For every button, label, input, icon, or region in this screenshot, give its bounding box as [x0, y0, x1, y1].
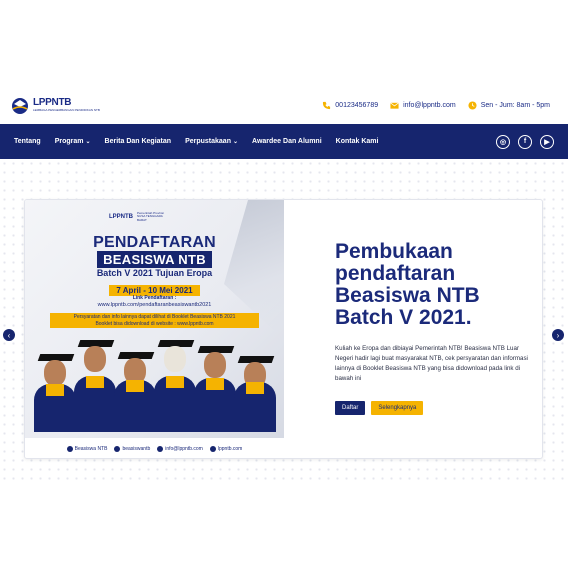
nav-item-tentang[interactable]: Tentang [14, 138, 41, 145]
poster-gov-logo: Pemerintah Provinsi NUSA TENGGARA BARAT [137, 211, 164, 222]
poster-link: www.lppntb.com/pendaftaranbeasiswantb202… [97, 302, 212, 308]
poster-subtitle: BEASISWA NTB [97, 251, 212, 268]
nav-label: Perpustakaan [185, 138, 231, 145]
slide-buttons: Daftar Selengkapnya [335, 401, 424, 415]
graduate-figure [113, 340, 157, 432]
poster-footer-item: beasiswantb [114, 446, 150, 452]
contact-phone[interactable]: 00123456789 [322, 101, 378, 110]
slide-description: Kuliah ke Eropa dan dibiayai Pemerintah … [335, 345, 528, 382]
logo-name: LPPNTB [33, 97, 72, 108]
instagram-icon[interactable]: ◎ [496, 134, 510, 149]
contact-email-text: info@lppntb.com [403, 101, 456, 109]
graduates-illustration [33, 332, 277, 432]
facebook-icon[interactable]: f [518, 134, 532, 149]
contact-phone-text: 00123456789 [335, 101, 379, 109]
mail-icon [390, 102, 399, 109]
poster-footer-text: info@lppntb.com [165, 446, 203, 452]
phone-icon [323, 101, 331, 109]
clock-icon [468, 100, 477, 110]
chevron-down-icon: ⌄ [85, 139, 91, 145]
poster-note-line: Booklet bisa didownload di website : www… [95, 320, 214, 327]
site-logo[interactable]: LPPNTB LEMBAGA PENGEMBANGAN PENDIDIKAN N… [10, 95, 100, 115]
poster-logo: LPPNTB [109, 213, 133, 220]
poster-footer-text: beasiswantb [122, 446, 151, 452]
contact-email[interactable]: info@lppntb.com [390, 101, 456, 110]
youtube-icon[interactable]: ▶ [540, 134, 554, 149]
hero-slide: LPPNTB Pemerintah Provinsi NUSA TENGGARA… [24, 199, 543, 459]
poster-note: Persyaratan dan info lainnya dapat dilih… [50, 313, 259, 328]
graduate-figure [193, 336, 237, 432]
slider-prev-arrow-icon[interactable]: ‹ [3, 329, 15, 341]
scholarship-poster[interactable]: LPPNTB Pemerintah Provinsi NUSA TENGGARA… [25, 200, 284, 458]
selengkapnya-button[interactable]: Selengkapnya [371, 401, 424, 415]
nav-item-berita[interactable]: Berita Dan Kegiatan [105, 138, 172, 145]
poster-footer-text: Beasiswa NTB [74, 446, 108, 452]
contact-hours-text: Sen - Jum: 8am - 5pm [480, 101, 550, 109]
nav-label: Kontak Kami [335, 138, 379, 145]
graduate-figure [73, 332, 117, 432]
daftar-button[interactable]: Daftar [335, 401, 366, 415]
logo-mark-icon [12, 98, 28, 114]
nav-item-kontak[interactable]: Kontak Kami [336, 138, 379, 145]
poster-link-label: Link Pendaftaran : [132, 295, 177, 301]
mail-icon [157, 446, 164, 452]
poster-footer-text: lppntb.com [217, 446, 243, 452]
graduate-figure [233, 342, 277, 432]
facebook-icon [66, 446, 73, 452]
poster-logos: LPPNTB Pemerintah Provinsi NUSA TENGGARA… [109, 211, 165, 222]
contact-hours: Sen - Jum: 8am - 5pm [468, 100, 550, 110]
nav-label: Berita Dan Kegiatan [104, 138, 172, 145]
poster-note-line: Persyaratan dan info lainnya dapat dilih… [73, 314, 236, 320]
instagram-icon [114, 446, 121, 452]
nav-item-perpustakaan[interactable]: Perpustakaan ⌄ [185, 138, 238, 145]
poster-footer-item: Beasiswa NTB [66, 446, 108, 452]
poster-footer: Beasiswa NTB beasiswantb info@lppntb.com… [25, 438, 284, 458]
nav-label: Tentang [14, 138, 41, 145]
slide-content: Pembukaan pendaftaran Beasiswa NTB Batch… [311, 200, 533, 458]
chevron-down-icon: ⌄ [232, 139, 239, 145]
globe-icon [209, 446, 216, 452]
poster-batch: Batch V 2021 Tujuan Eropa [96, 268, 213, 278]
poster-title: PENDAFTARAN [93, 234, 216, 251]
social-links: ◎ f ▶ [496, 134, 554, 149]
poster-footer-item: info@lppntb.com [157, 446, 203, 452]
poster-footer-item: lppntb.com [209, 446, 243, 452]
nav-item-program[interactable]: Program ⌄ [55, 138, 91, 145]
contact-info: 00123456789 info@lppntb.com Sen - Jum: 8… [322, 100, 558, 110]
nav-item-awardee[interactable]: Awardee Dan Alumni [252, 138, 322, 145]
nav-label: Program [54, 138, 84, 145]
slider-next-arrow-icon[interactable]: › [552, 329, 564, 341]
logo-tagline: LEMBAGA PENGEMBANGAN PENDIDIKAN NTB [33, 108, 100, 112]
graduate-figure [153, 332, 197, 432]
slide-title: Pembukaan pendaftaran Beasiswa NTB Batch… [335, 240, 480, 330]
graduate-figure [33, 340, 77, 432]
nav-label: Awardee Dan Alumni [252, 138, 322, 145]
main-nav: Tentang Program ⌄ Berita Dan Kegiatan Per… [0, 124, 568, 159]
top-bar: LPPNTB LEMBAGA PENGEMBANGAN PENDIDIKAN N… [0, 88, 568, 122]
